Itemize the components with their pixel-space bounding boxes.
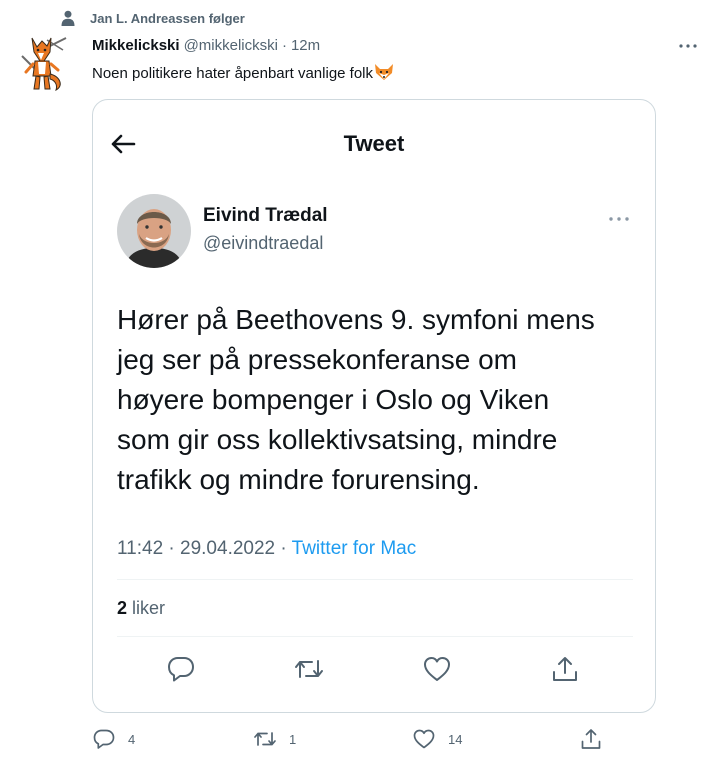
like-count: 14 [448,731,463,747]
avatar[interactable] [20,34,68,94]
author-name[interactable]: Mikkelickski [92,37,180,54]
screenshot-title: Tweet [343,131,405,156]
social-context[interactable]: Jan L. Andreassen følger [60,10,245,26]
screenshot-likes: 2 liker [117,598,165,619]
tweet-header: Mikkelickski @mikkelickski · 12m [92,37,320,54]
screenshot-text-line: høyere bompenger i Oslo og Viken [117,384,550,415]
screenshot-reply-icon [165,654,197,684]
retweet-count: 1 [289,731,297,747]
reply-icon [92,727,116,751]
screenshot-author-handle: @eivindtraedal [203,233,324,253]
screenshot-source: Twitter for Mac [291,538,417,559]
separator-dot: · [281,37,287,54]
screenshot-share-icon [549,654,581,684]
retweet-icon [253,727,277,751]
screenshot-avatar [117,194,191,268]
share-icon [579,727,603,751]
fox-face-icon [374,63,394,87]
like-icon [412,727,436,751]
retweet-button[interactable]: 1 [253,727,296,751]
author-handle[interactable]: @mikkelickski [184,37,278,54]
tweet-text-content: Noen politikere hater åpenbart vanlige f… [92,65,374,82]
tweet-image[interactable]: Tweet Eivind Trædal @eivindtraedal Hører… [92,99,656,713]
share-button[interactable] [579,727,603,751]
screenshot-text-line: Hører på Beethovens 9. symfoni mens [117,304,595,335]
screenshot-tweet-text: Hører på Beethovens 9. symfoni mens jeg … [117,300,647,500]
screenshot-timestamp: 11:42 · 29.04.2022 · Twitter for Mac [117,538,416,560]
screenshot-text-line: jeg ser på pressekonferanse om [117,344,517,375]
divider [117,636,633,637]
screenshot-text-line: trafikk og mindre forurensing. [117,464,480,495]
screenshot-more-icon [607,212,631,226]
more-options-icon[interactable] [676,36,700,56]
screenshot-text-line: som gir oss kollektivsatsing, mindre [117,424,558,455]
screenshot-time-date: 11:42 · 29.04.2022 · [117,538,292,559]
screenshot-retweet-icon [293,654,325,684]
screenshot-likes-count: 2 [117,598,128,618]
reply-count: 4 [128,731,136,747]
tweet-text: Noen politikere hater åpenbart vanlige f… [92,63,394,87]
screenshot-author-name: Eivind Trædal [203,205,328,226]
social-context-text: Jan L. Andreassen følger [90,10,245,26]
screenshot-likes-label: liker [127,598,166,618]
like-button[interactable]: 14 [412,727,462,751]
screenshot-like-icon [421,654,453,684]
divider [117,579,633,580]
tweet-time[interactable]: 12m [291,37,320,54]
person-icon [60,10,76,26]
reply-button[interactable]: 4 [92,727,135,751]
